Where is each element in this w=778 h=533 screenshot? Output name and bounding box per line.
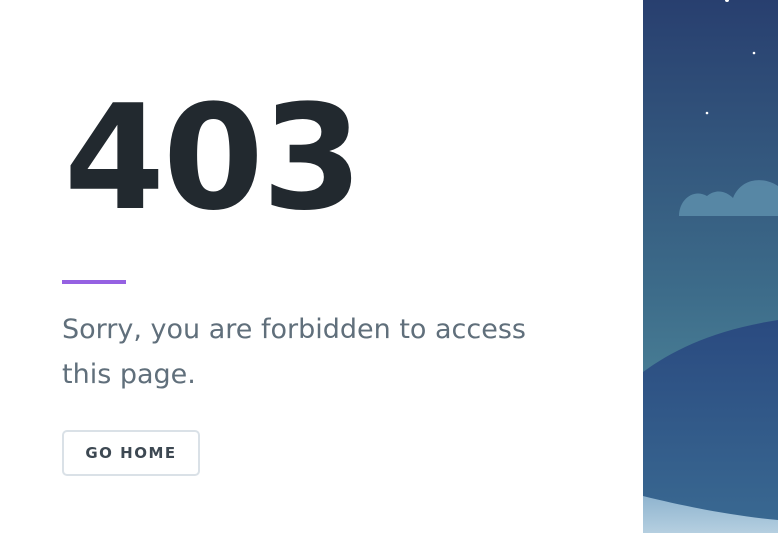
error-page: 403 Sorry, you are forbidden to access t… <box>0 0 778 533</box>
error-code: 403 <box>64 74 363 243</box>
star-icon <box>752 51 756 55</box>
star-icon <box>705 111 709 115</box>
go-home-button[interactable]: GO HOME <box>62 430 200 476</box>
accent-divider <box>62 280 126 284</box>
error-content: 403 Sorry, you are forbidden to access t… <box>62 0 622 533</box>
night-sky-svg <box>643 0 778 533</box>
error-message: Sorry, you are forbidden to access this … <box>62 314 526 390</box>
night-sky-illustration <box>643 0 778 533</box>
